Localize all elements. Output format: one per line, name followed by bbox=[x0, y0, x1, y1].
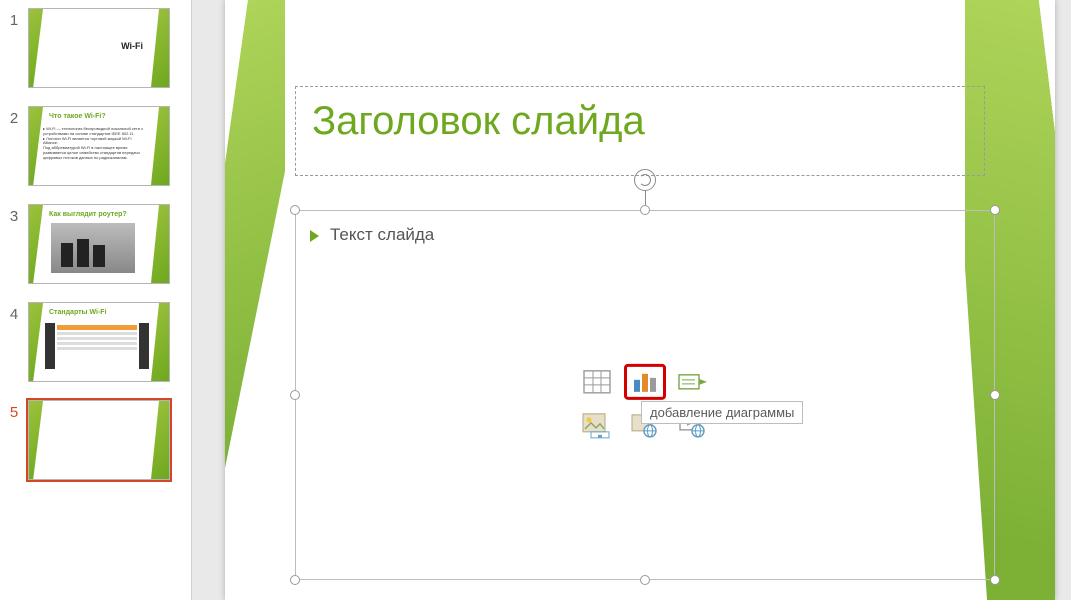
content-placeholder-text[interactable]: Текст слайда bbox=[330, 225, 434, 245]
accent-shape bbox=[149, 107, 169, 185]
thumbnail-row[interactable]: 4 Стандарты Wi-Fi bbox=[0, 302, 191, 382]
title-placeholder-text[interactable]: Заголовок слайда bbox=[312, 99, 968, 144]
thumbnail-title: Как выглядит роутер? bbox=[49, 211, 147, 218]
thumbnail-number: 2 bbox=[0, 106, 28, 127]
thumbnail-slide-5[interactable] bbox=[28, 400, 170, 480]
table-icon bbox=[583, 370, 611, 394]
accent-shape bbox=[29, 205, 43, 283]
resize-handle[interactable] bbox=[290, 575, 300, 585]
thumbnail-title: Wi-Fi bbox=[49, 41, 143, 51]
resize-handle[interactable] bbox=[990, 390, 1000, 400]
resize-handle[interactable] bbox=[640, 205, 650, 215]
insert-table-button[interactable] bbox=[576, 364, 618, 400]
thumbnail-row[interactable]: 2 Что такое Wi-Fi? ▸ Wi-Fi — технология … bbox=[0, 106, 191, 186]
thumbnail-row[interactable]: 5 bbox=[0, 400, 191, 480]
resize-handle[interactable] bbox=[290, 205, 300, 215]
thumbnail-title: Стандарты Wi-Fi bbox=[49, 309, 147, 316]
accent-shape bbox=[29, 9, 43, 87]
accent-shape bbox=[149, 205, 169, 283]
resize-handle[interactable] bbox=[990, 205, 1000, 215]
slide-workspace[interactable]: Заголовок слайда Текст слайда bbox=[192, 0, 1071, 600]
thumbnail-row[interactable]: 1 Wi-Fi bbox=[0, 8, 191, 88]
thumbnail-slide-1[interactable]: Wi-Fi bbox=[28, 8, 170, 88]
thumbnail-title: Что такое Wi-Fi? bbox=[49, 113, 147, 120]
pictures-icon bbox=[582, 413, 612, 439]
thumbnail-number: 5 bbox=[0, 400, 28, 421]
thumbnail-slide-3[interactable]: Как выглядит роутер? bbox=[28, 204, 170, 284]
tooltip: добавление диаграммы bbox=[641, 401, 803, 424]
insert-smartart-button[interactable] bbox=[672, 364, 714, 400]
resize-handle[interactable] bbox=[290, 390, 300, 400]
thumbnail-image bbox=[51, 223, 135, 273]
thumbnail-body: ▸ Wi-Fi — технология беспроводной локаль… bbox=[43, 127, 147, 179]
slide-canvas[interactable]: Заголовок слайда Текст слайда bbox=[225, 0, 1055, 600]
accent-shape bbox=[29, 107, 43, 185]
bullet-icon bbox=[310, 230, 319, 242]
thumbnail-number: 1 bbox=[0, 8, 28, 29]
thumbnail-row[interactable]: 3 Как выглядит роутер? bbox=[0, 204, 191, 284]
thumbnail-image bbox=[45, 323, 149, 369]
accent-shape bbox=[149, 303, 169, 381]
rotate-connector bbox=[645, 191, 646, 205]
thumbnail-slide-4[interactable]: Стандарты Wi-Fi bbox=[28, 302, 170, 382]
thumbnail-number: 3 bbox=[0, 204, 28, 225]
app-root: 1 Wi-Fi 2 Что такое Wi-Fi? ▸ Wi-Fi — тех… bbox=[0, 0, 1071, 600]
accent-shape bbox=[149, 9, 169, 87]
accent-shape bbox=[29, 303, 43, 381]
chart-icon bbox=[632, 370, 658, 394]
title-placeholder[interactable]: Заголовок слайда bbox=[295, 86, 985, 176]
insert-chart-button[interactable] bbox=[624, 364, 666, 400]
content-placeholder[interactable]: Текст слайда bbox=[295, 210, 995, 580]
slide-accent-left bbox=[225, 0, 285, 600]
thumbnail-number: 4 bbox=[0, 302, 28, 323]
slide-thumbnails-panel[interactable]: 1 Wi-Fi 2 Что такое Wi-Fi? ▸ Wi-Fi — тех… bbox=[0, 0, 192, 600]
accent-shape bbox=[149, 401, 169, 479]
insert-pictures-button[interactable] bbox=[576, 408, 618, 444]
rotate-handle-icon[interactable] bbox=[634, 169, 656, 191]
resize-handle[interactable] bbox=[990, 575, 1000, 585]
thumbnail-slide-2[interactable]: Что такое Wi-Fi? ▸ Wi-Fi — технология бе… bbox=[28, 106, 170, 186]
resize-handle[interactable] bbox=[640, 575, 650, 585]
smartart-icon bbox=[678, 371, 708, 393]
accent-shape bbox=[29, 401, 43, 479]
